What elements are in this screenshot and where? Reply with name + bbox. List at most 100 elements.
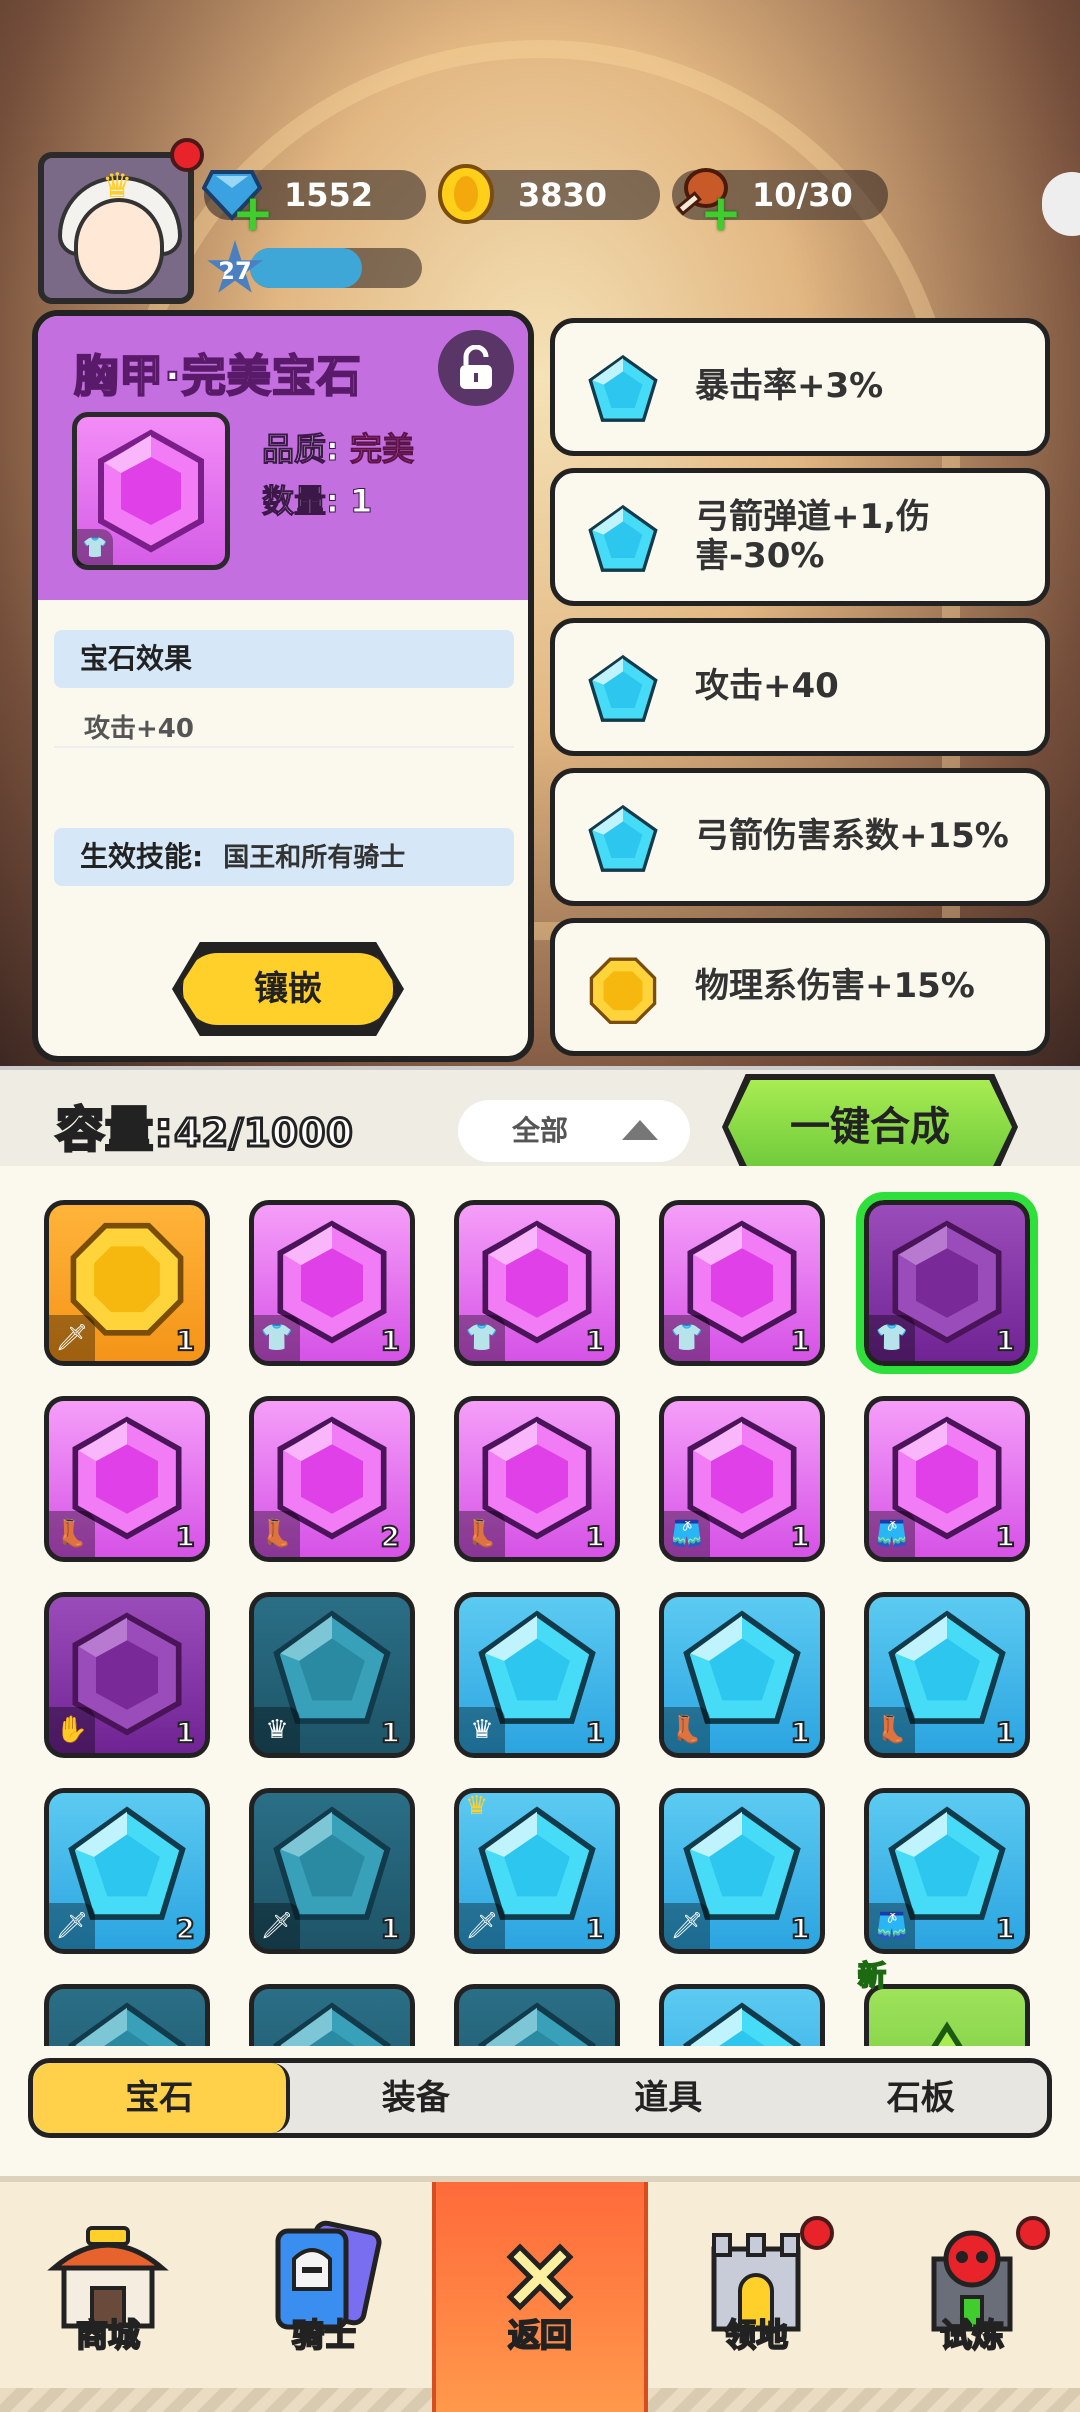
gem-slot[interactable]: ♛ 1 — [454, 1592, 620, 1758]
gem-count: 1552 — [284, 176, 374, 214]
sword-type-icon: 🗡 — [664, 1903, 710, 1949]
effect-card[interactable]: 弓箭伤害系数+15% — [550, 768, 1050, 906]
gem-slot[interactable]: 👕 1 — [249, 1200, 415, 1366]
tab-道具[interactable]: 道具 — [542, 2063, 795, 2133]
gem-slot[interactable] — [44, 1984, 210, 2046]
gem-count: 1 — [994, 1323, 1016, 1358]
gem-plus-icon[interactable]: + — [232, 188, 274, 238]
gem-slot[interactable]: 👢 2 — [249, 1396, 415, 1562]
effect-label: 弓箭弹道+1,伤害-30% — [695, 496, 931, 576]
gem-slot[interactable]: 🗡 2 — [44, 1788, 210, 1954]
blue-gem-icon — [577, 497, 669, 585]
blue-gem-icon — [577, 797, 669, 885]
gem-slot[interactable]: 🩳 1 — [659, 1396, 825, 1562]
gem-slot[interactable]: 👢 1 — [454, 1396, 620, 1562]
nav-item-领地[interactable]: 领地 — [648, 2182, 864, 2412]
gem-slot[interactable]: 👢 1 — [44, 1396, 210, 1562]
gem-count: 1 — [789, 1323, 811, 1358]
selected-gem-slot: 👕 — [72, 412, 230, 570]
skill-label: 生效技能: — [80, 840, 204, 873]
stamina-plus-icon[interactable]: + — [700, 188, 742, 238]
gem-detail-header: 胸甲·完美宝石 👕 品质: 完美 数量: 1 — [38, 316, 528, 600]
nav-item-返回[interactable]: 返回 — [432, 2182, 648, 2412]
gem-count: 1 — [584, 1715, 606, 1750]
crown-type-icon: ♛ — [254, 1707, 300, 1753]
gem-slot[interactable]: 👕 1 — [454, 1200, 620, 1366]
nav-item-骑士[interactable]: 骑士 — [216, 2182, 432, 2412]
player-avatar[interactable]: ♛ — [38, 152, 194, 304]
gem-counter[interactable]: + 1552 — [202, 170, 426, 238]
nav-item-试炼[interactable]: 试炼 — [864, 2182, 1080, 2412]
gem-count: 1 — [789, 1911, 811, 1946]
avatar-notification-dot — [170, 138, 204, 172]
gem-slot[interactable]: 🩳 1 — [864, 1396, 1030, 1562]
gem-slot[interactable]: ♛ 1 — [249, 1592, 415, 1758]
gem-count: 1 — [584, 1323, 606, 1358]
gem-slot[interactable]: 👢 1 — [864, 1592, 1030, 1758]
gem-slot[interactable] — [864, 1984, 1030, 2046]
gem-slot[interactable]: 🩳 1 — [864, 1788, 1030, 1954]
effect-card[interactable]: 暴击率+3% — [550, 318, 1050, 456]
notification-dot — [1016, 2216, 1050, 2250]
level-progress-bar — [250, 248, 422, 288]
gold-coin-icon — [434, 162, 498, 226]
nav-label: 试炼 — [939, 2315, 1005, 2355]
gem-slot[interactable]: 🗡 1 — [659, 1788, 825, 1954]
tab-石板[interactable]: 石板 — [795, 2063, 1048, 2133]
boot-type-icon: 👢 — [254, 1511, 300, 1557]
tab-宝石[interactable]: 宝石 — [33, 2063, 290, 2133]
teal-gem-icon — [273, 2002, 391, 2046]
capacity-label: 容量: — [54, 1101, 175, 1160]
count-row: 数量: 1 — [262, 476, 373, 522]
gem-slot[interactable]: 👕 1 — [856, 1192, 1038, 1374]
stamina-counter[interactable]: + 10/30 — [672, 168, 888, 238]
gold-counter[interactable]: 3830 — [438, 164, 660, 224]
count-value: 1 — [349, 482, 373, 521]
gem-detail-panel: 胸甲·完美宝石 👕 品质: 完美 数量: 1 宝石效果 攻击+40 生效技能: 国… — [32, 310, 534, 1062]
green-gem-icon — [931, 2021, 963, 2046]
gem-count: 1 — [379, 1715, 401, 1750]
inlay-button[interactable]: 镶嵌 — [178, 948, 398, 1030]
gem-count: 1 — [994, 1715, 1016, 1750]
capacity-value: 42/1000 — [173, 1110, 355, 1157]
divider — [54, 746, 514, 748]
blue-gem-icon — [577, 347, 669, 435]
gem-slot[interactable] — [249, 1984, 415, 2046]
tab-装备[interactable]: 装备 — [290, 2063, 543, 2133]
gem-count: 1 — [789, 1519, 811, 1554]
pants-type-icon: 🩳 — [869, 1511, 915, 1557]
boot-type-icon: 👢 — [49, 1511, 95, 1557]
effect-header: 宝石效果 — [54, 630, 514, 688]
chevron-up-icon — [622, 1120, 658, 1140]
lock-icon[interactable] — [438, 330, 514, 406]
effect-card[interactable]: 物理系伤害+15% — [550, 918, 1050, 1056]
nav-item-商城[interactable]: 商城 — [0, 2182, 216, 2412]
avatar-face — [74, 198, 164, 294]
crown-icon: ♛ — [465, 1791, 489, 1821]
gem-slot[interactable]: 👕 1 — [659, 1200, 825, 1366]
merge-all-button[interactable]: 一键合成 — [722, 1074, 1018, 1180]
sword-type-icon: 🗡 — [49, 1315, 95, 1361]
gold-gem-icon — [577, 947, 669, 1035]
pants-type-icon: 🩳 — [664, 1511, 710, 1557]
glove-type-icon: ✋ — [49, 1707, 95, 1753]
effect-card[interactable]: 攻击+40 — [550, 618, 1050, 756]
gem-slot[interactable]: 🗡 1 — [44, 1200, 210, 1366]
nav-label: 骑士 — [291, 2315, 357, 2355]
gem-count: 1 — [789, 1715, 811, 1750]
filter-dropdown[interactable]: 全部 — [458, 1100, 690, 1162]
gold-count: 3830 — [518, 176, 608, 214]
teal-gem-icon — [68, 2002, 186, 2046]
effect-card[interactable]: 弓箭弹道+1,伤害-30% — [550, 468, 1050, 606]
gem-slot[interactable] — [659, 1984, 825, 2046]
gem-count: 1 — [379, 1323, 401, 1358]
bottom-nav: 商城 骑士 返回 领地 试炼 — [0, 2176, 1080, 2412]
gem-slot[interactable]: ✋ 1 — [44, 1592, 210, 1758]
gem-count: 1 — [584, 1519, 606, 1554]
gem-slot[interactable]: 🗡 1 — [249, 1788, 415, 1954]
gem-slot[interactable]: 🗡 1 ♛ — [454, 1788, 620, 1954]
new-badge: 新 — [857, 1958, 887, 1993]
gem-slot[interactable]: 👢 1 — [659, 1592, 825, 1758]
gem-slot[interactable] — [454, 1984, 620, 2046]
gem-count: 1 — [379, 1911, 401, 1946]
